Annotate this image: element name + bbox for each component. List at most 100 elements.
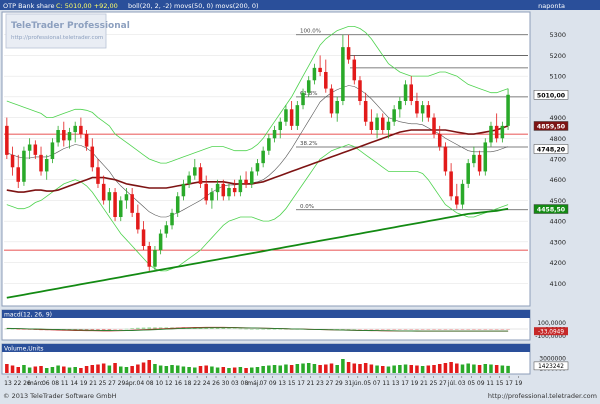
date-tick-label: 09 [477,380,485,387]
candle-body [187,175,191,184]
level-label: 38.2% [300,141,317,147]
macd-histogram-bar [352,329,357,330]
macd-histogram-bar [113,329,117,330]
volume-bar [306,363,311,373]
date-tick-label: 12 [165,380,173,387]
volume-bar [455,363,459,373]
macd-histogram-bar [449,329,453,330]
date-tick-label: 27 [439,380,447,387]
candle-body [175,196,180,213]
price-tick-label: 5200 [549,52,566,60]
candle-body [44,159,49,172]
date-tick-label: 25 [430,380,438,387]
level-label: 100.0% [300,29,321,35]
candle-body [494,125,499,139]
candle-body [449,171,453,197]
date-tick-label: 21 [89,380,97,387]
macd-histogram-bar [346,329,351,330]
volume-title-bar [2,344,530,352]
date-tick-label: 22 [14,380,22,387]
volume-bar [278,365,283,373]
date-tick-label: 31 [345,380,353,387]
price-tick-label: 4900 [549,114,566,122]
volume-bar [96,364,100,373]
volume-bar [318,365,322,373]
candle-body [130,194,134,213]
date-tick-label: 03 [231,380,239,387]
macd-title-bar [2,310,530,318]
date-tick-label: 05 [363,380,371,387]
date-tick-label: 10 [155,380,163,387]
volume-bar [369,364,374,373]
watermark-brand: TeleTrader Professional [11,21,130,31]
macd-histogram-bar [358,329,362,330]
candle-body [107,192,112,201]
candle-body [341,47,345,101]
candle-body [67,132,72,141]
macd-histogram-bar [489,329,493,330]
candle-body [22,150,26,182]
volume-bar [101,363,106,373]
volume-bar [244,368,248,373]
volume-bar [33,366,38,373]
macd-histogram-bar [460,329,465,330]
candle-body [398,101,402,110]
candle-body [409,84,414,101]
volume-bar [130,366,134,373]
volume-bar [460,364,465,373]
volume-bar [466,363,470,373]
date-tick-label: 15 [288,380,296,387]
candle-body [420,105,425,114]
volume-bar [62,366,66,373]
volume-bar [500,365,505,373]
macd-histogram-bar [494,329,499,330]
price-tick-label: 4500 [549,197,566,205]
volume-bar [170,365,174,373]
volume-bar [415,365,419,373]
candle-body [79,125,83,135]
macd-histogram-bar [136,327,140,329]
candle-body [73,125,77,133]
candle-body [466,163,470,184]
candle-body [437,134,442,147]
candle-body [346,47,351,60]
candle-body [90,146,95,168]
candle-body [472,154,476,164]
candle-body [153,250,157,267]
volume-bar [16,367,21,373]
candle-body [261,150,265,164]
date-tick-label: 15 [496,380,504,387]
date-tick-label: 07 [373,380,381,387]
volume-bar [249,367,254,373]
macd-histogram-bar [392,329,396,330]
candle-body [215,183,220,193]
candle-body [312,67,317,81]
date-tick-label: 04 [137,380,145,387]
date-tick-label: 22 [193,380,201,387]
price-tag-label: 4748,20 [537,147,566,154]
candle-body [426,105,431,118]
macd-histogram-bar [403,329,408,330]
volume-bar [10,365,15,373]
macd-histogram-bar [477,329,482,330]
price-tag-label: 4458,50 [537,207,566,214]
header-symbol: OTP Bank share [3,2,54,10]
macd-histogram-bar [420,329,425,330]
volume-bar [443,363,448,373]
candle-body [27,144,32,151]
footer-url: http://professional.teletrader.com [488,392,597,400]
candle-body [249,171,254,184]
watermark-box [5,13,107,49]
date-tick-label: 27 [108,380,116,387]
volume-bar [329,363,334,373]
date-tick-label: 17 [505,380,513,387]
volume-bar [73,367,77,373]
volume-bar [193,367,197,373]
price-tick-label: 5100 [549,73,566,81]
macd-histogram-bar [472,329,476,330]
candle-body [432,117,436,135]
macd-histogram-bar [363,329,368,330]
volume-bar [204,365,208,373]
date-tick-label: ápr. [125,380,136,387]
candle-body [267,138,271,151]
